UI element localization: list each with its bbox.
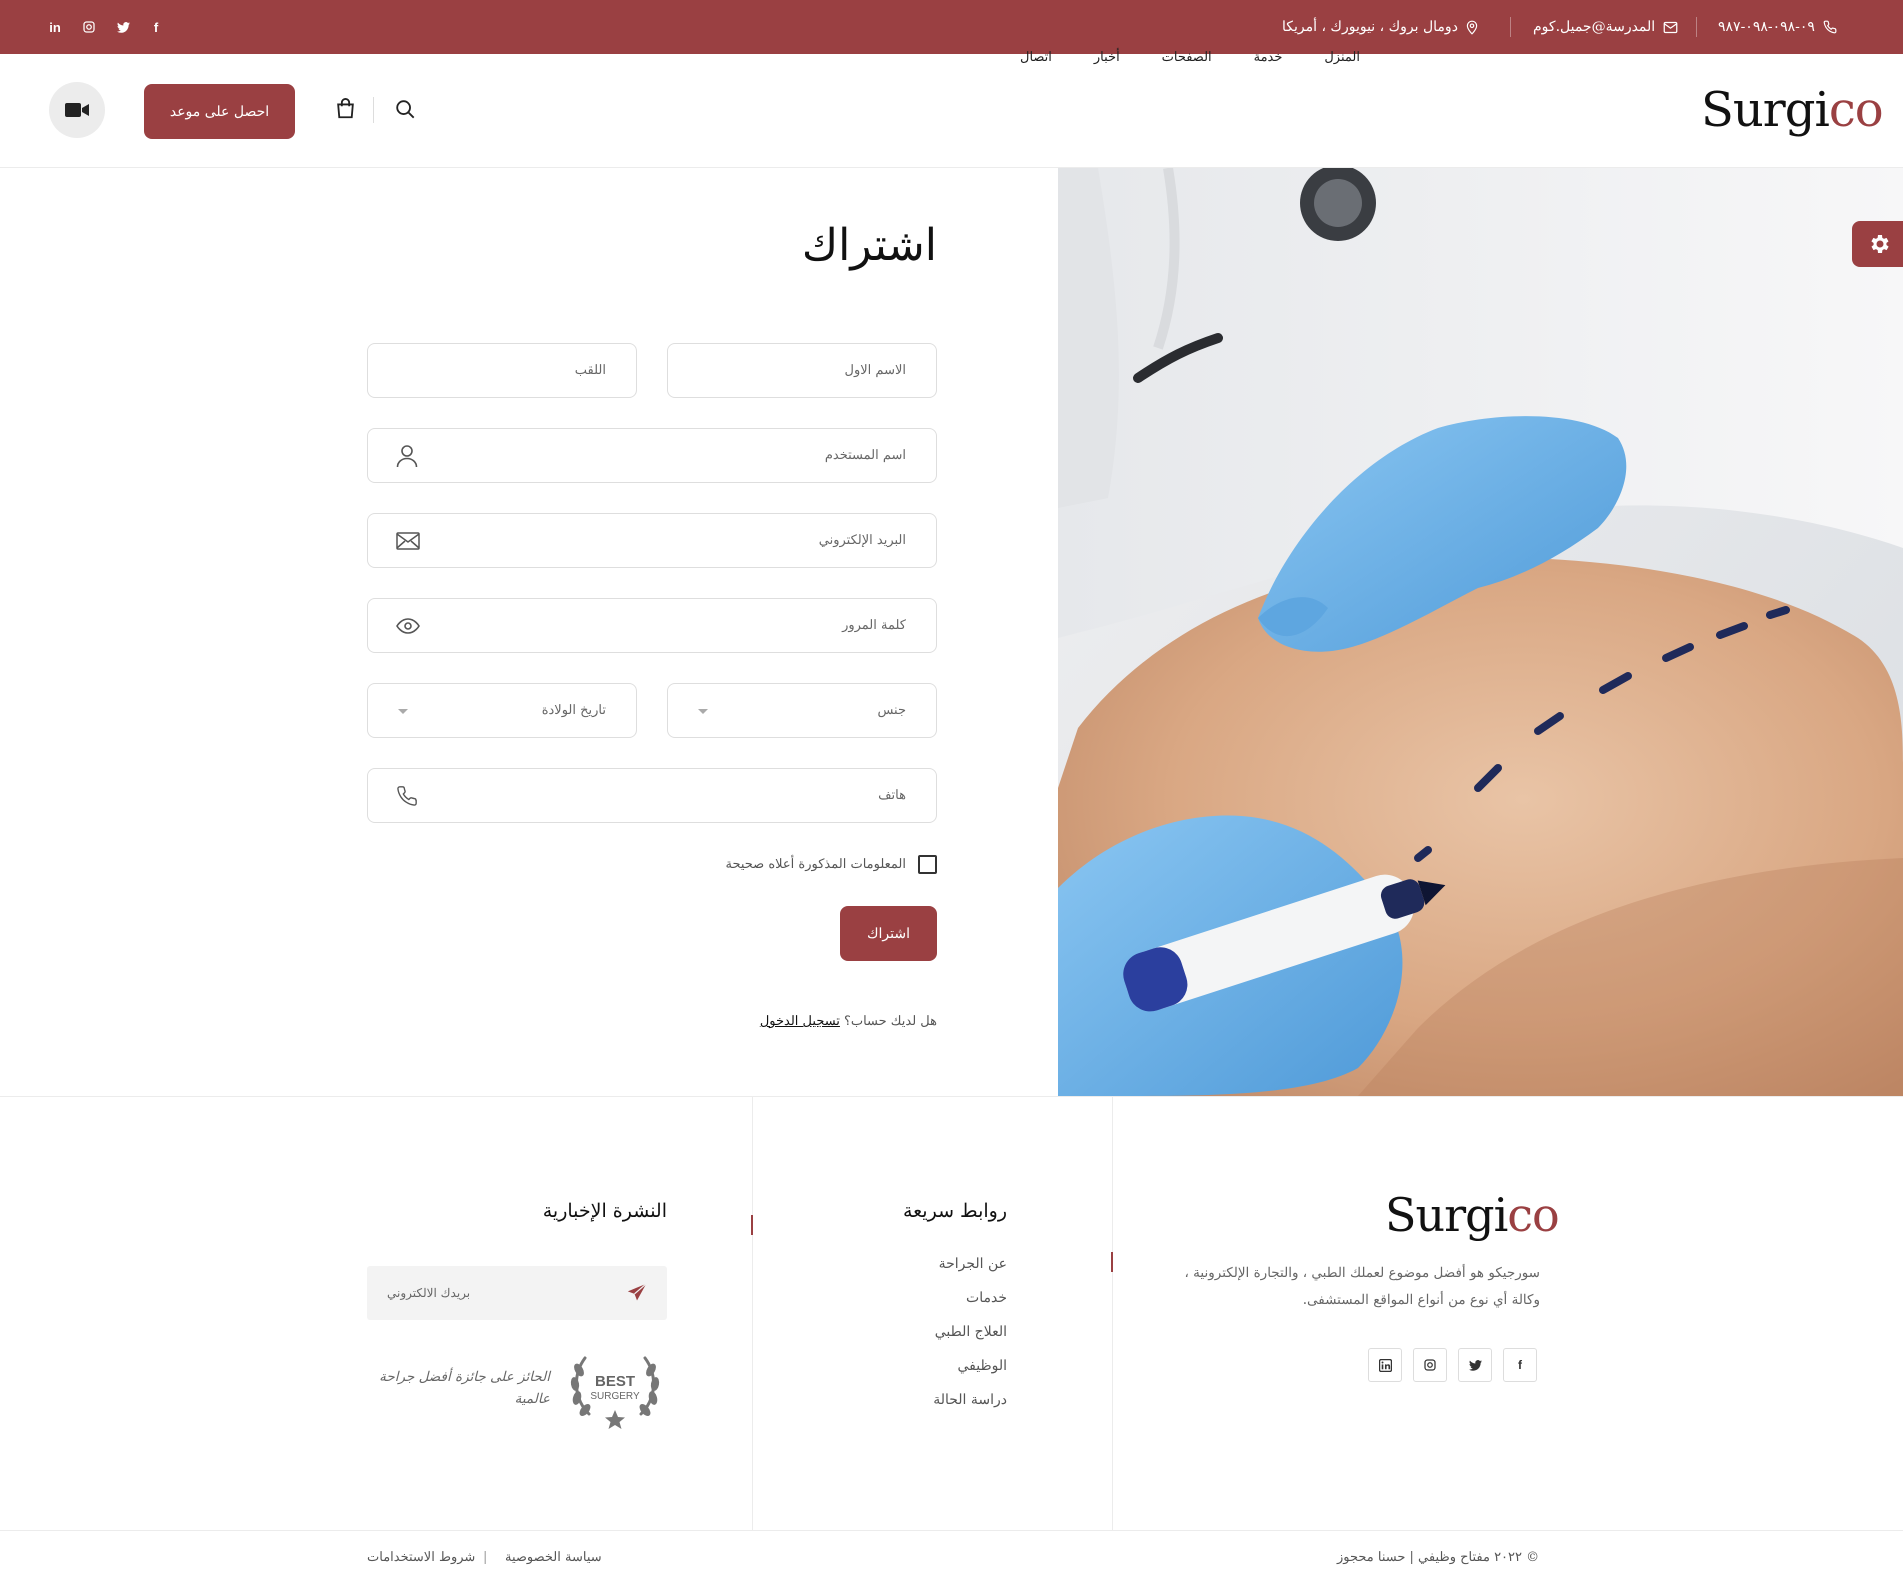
header-divider bbox=[373, 97, 374, 123]
copyright-text: © ٢٠٢٢ مفتاح وظيفي | حسنا محجوز bbox=[1337, 1550, 1540, 1565]
settings-tab[interactable] bbox=[1852, 221, 1903, 267]
envelope-icon bbox=[396, 514, 420, 567]
username-placeholder: اسم المستخدم bbox=[824, 448, 906, 463]
topbar-address: دومال بروك ، نيويورك ، أمريكا bbox=[1282, 0, 1478, 54]
signup-submit-button[interactable]: اشتراك bbox=[840, 906, 937, 961]
instagram-icon[interactable] bbox=[1413, 1348, 1447, 1382]
footer-column-divider bbox=[1112, 1096, 1113, 1530]
footer-bottom-bar bbox=[0, 1530, 1903, 1595]
shopping-bag-icon[interactable] bbox=[332, 96, 358, 122]
facebook-icon[interactable]: f bbox=[1503, 1348, 1537, 1382]
footer-link-medical-treatment[interactable]: العلاج الطبي bbox=[800, 1324, 1007, 1340]
footer-column-divider bbox=[752, 1096, 753, 1530]
surgeon-marking-skin-illustration bbox=[1058, 168, 1903, 1096]
appointment-button[interactable]: احصل على موعد bbox=[144, 84, 295, 139]
badge-line-2: SURGERY bbox=[590, 1391, 640, 1402]
newsletter-placeholder: بريدك الالكتروني bbox=[387, 1286, 471, 1300]
topbar-email-text: المدرسة@جميل.كوم bbox=[1533, 19, 1656, 35]
top-bar: ٠٩-٠٩٨-٠٩٨-٩٨٧ المدرسة@جميل.كوم دومال بر… bbox=[0, 0, 1903, 54]
linkedin-icon[interactable] bbox=[1368, 1348, 1402, 1382]
first-name-field[interactable]: الاسم الاول bbox=[667, 343, 937, 398]
first-name-placeholder: الاسم الاول bbox=[844, 363, 906, 378]
chevron-down-icon bbox=[398, 709, 408, 714]
nav-item-service[interactable]: خدمة bbox=[1254, 50, 1283, 70]
topbar-phone[interactable]: ٠٩-٠٩٨-٠٩٨-٩٨٧ bbox=[1718, 0, 1837, 54]
last-name-placeholder: اللقب bbox=[574, 363, 606, 378]
search-icon[interactable] bbox=[392, 96, 418, 122]
footer bbox=[0, 1096, 1903, 1530]
birthdate-select[interactable]: تاريخ الولادة bbox=[367, 683, 637, 738]
has-account-text: هل لديك حساب؟ bbox=[843, 1014, 937, 1029]
topbar-email[interactable]: المدرسة@جميل.كوم bbox=[1533, 0, 1678, 54]
facebook-icon[interactable]: f bbox=[147, 18, 165, 36]
phone-icon bbox=[396, 769, 418, 822]
award-text: الحائز على جائزة أفضل جراحة عالمية bbox=[379, 1369, 550, 1407]
login-link[interactable]: تسجيل الدخول bbox=[760, 1014, 840, 1029]
video-camera-icon bbox=[65, 103, 89, 117]
email-field[interactable]: البريد الإلكتروني bbox=[367, 513, 937, 568]
nav-item-news[interactable]: أخبار bbox=[1094, 50, 1120, 70]
newsletter-heading: النشرة الإخبارية bbox=[542, 1200, 667, 1222]
gear-icon bbox=[1871, 235, 1889, 253]
confirm-row: المعلومات المذكورة أعلاه صحيحة bbox=[600, 852, 937, 876]
topbar-divider bbox=[1696, 17, 1697, 37]
username-field[interactable]: اسم المستخدم bbox=[367, 428, 937, 483]
chevron-down-icon bbox=[698, 709, 708, 714]
terms-of-use-link[interactable]: شروط الاستخدامات bbox=[367, 1550, 475, 1565]
video-call-button[interactable] bbox=[49, 82, 105, 138]
footer-accent-mark bbox=[1111, 1252, 1113, 1272]
confirm-checkbox[interactable] bbox=[918, 854, 937, 874]
mail-icon bbox=[1663, 21, 1678, 33]
footer-link-separator: | bbox=[483, 1550, 488, 1565]
footer-link-services[interactable]: خدمات bbox=[800, 1290, 1007, 1306]
topbar-address-text: دومال بروك ، نيويورك ، أمريكا bbox=[1282, 19, 1458, 35]
linkedin-icon[interactable]: in bbox=[46, 18, 64, 36]
twitter-icon[interactable] bbox=[114, 18, 132, 36]
birthdate-placeholder: تاريخ الولادة bbox=[541, 703, 606, 718]
best-surgery-badge: BEST SURGERY bbox=[563, 1346, 667, 1432]
confirm-label: المعلومات المذكورة أعلاه صحيحة bbox=[725, 856, 907, 872]
topbar-phone-text: ٠٩-٠٩٨-٠٩٨-٩٨٧ bbox=[1718, 19, 1815, 35]
password-field[interactable]: كلمة المرور bbox=[367, 598, 937, 653]
footer-logo-accent: co bbox=[1507, 1188, 1559, 1242]
footer-link-career[interactable]: الوظيفي bbox=[800, 1358, 1007, 1374]
footer-link-about-surgery[interactable]: عن الجراحة bbox=[800, 1256, 1007, 1272]
topbar-divider bbox=[1510, 17, 1511, 37]
footer-accent-mark bbox=[751, 1215, 753, 1235]
quick-links-heading: روابط سريعة bbox=[902, 1200, 1007, 1222]
twitter-icon[interactable] bbox=[1458, 1348, 1492, 1382]
gender-select[interactable]: جنس bbox=[667, 683, 937, 738]
location-pin-icon bbox=[1466, 20, 1478, 35]
form-title: اشتراك bbox=[801, 220, 937, 271]
eye-icon[interactable] bbox=[396, 599, 420, 652]
footer-link-case-study[interactable]: دراسة الحالة bbox=[800, 1392, 1007, 1408]
login-prompt: هل لديك حساب؟تسجيل الدخول bbox=[600, 1014, 937, 1029]
newsletter-email-input[interactable]: بريدك الالكتروني bbox=[367, 1266, 667, 1320]
nav-item-contact[interactable]: اتصال bbox=[1020, 50, 1052, 70]
send-icon[interactable] bbox=[627, 1283, 647, 1307]
footer-logo[interactable]: Surgico bbox=[1385, 1188, 1560, 1242]
user-icon bbox=[396, 429, 418, 482]
badge-line-1: BEST bbox=[595, 1373, 635, 1390]
logo-accent-text: co bbox=[1828, 82, 1884, 138]
phone-placeholder: هاتف bbox=[878, 788, 906, 803]
footer-logo-main: Surgi bbox=[1385, 1188, 1508, 1242]
password-placeholder: كلمة المرور bbox=[842, 618, 906, 633]
last-name-field[interactable]: اللقب bbox=[367, 343, 637, 398]
footer-about-text: سورجيكو هو أفضل موضوع لعملك الطبي ، والت… bbox=[1184, 1265, 1540, 1308]
site-logo[interactable]: Surgico bbox=[1701, 82, 1884, 138]
gender-placeholder: جنس bbox=[877, 703, 906, 718]
email-placeholder: البريد الإلكتروني bbox=[818, 533, 906, 548]
nav-item-home[interactable]: المنزل bbox=[1324, 50, 1360, 70]
phone-field[interactable]: هاتف bbox=[367, 768, 937, 823]
instagram-icon[interactable] bbox=[80, 18, 98, 36]
surgery-hero-image bbox=[1058, 168, 1903, 1096]
phone-icon bbox=[1823, 20, 1837, 34]
nav-item-pages[interactable]: الصفحات bbox=[1162, 50, 1212, 70]
main-nav: المنزل خدمة الصفحات أخبار اتصال bbox=[1020, 50, 1360, 70]
privacy-policy-link[interactable]: سياسة الخصوصية bbox=[505, 1550, 602, 1565]
logo-main-text: Surgi bbox=[1701, 82, 1830, 138]
